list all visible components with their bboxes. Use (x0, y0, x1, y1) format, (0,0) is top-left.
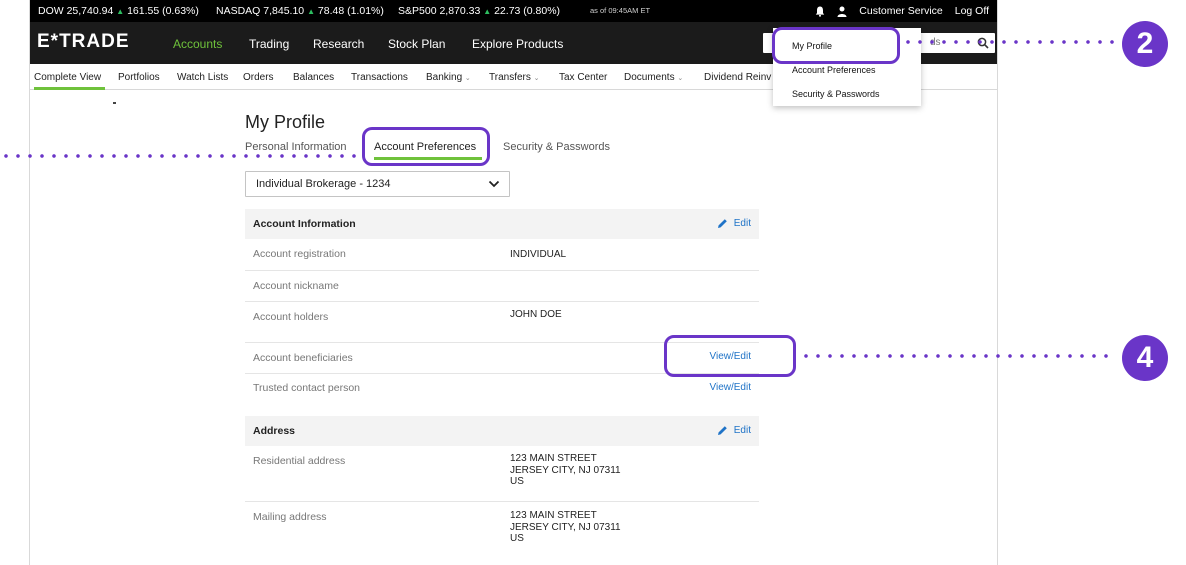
etrade-screenshot: DOW 25,740.94 ▲ 161.55 (0.63%) NASDAQ 7,… (30, 0, 997, 565)
ticker-as-of: as of 09:45AM ET (590, 6, 651, 15)
subnav-orders[interactable]: Orders (243, 72, 274, 83)
residential-address-value: 123 MAIN STREET JERSEY CITY, NJ 07311 US (510, 453, 621, 488)
etrade-logo[interactable]: E*TRADE (37, 31, 130, 53)
row-value: INDIVIDUAL (510, 249, 567, 260)
tab-personal-information[interactable]: Personal Information (245, 141, 347, 153)
user-icon[interactable] (837, 6, 847, 17)
up-arrow-icon: ▲ (307, 7, 315, 16)
trusted-contact-view-edit-link[interactable]: View/Edit (709, 382, 751, 393)
up-arrow-icon: ▲ (116, 7, 125, 16)
row-label: Account registration (253, 248, 346, 260)
row-label: Trusted contact person (253, 382, 360, 394)
subnav-transactions[interactable]: Transactions (351, 72, 408, 83)
loading-artifact (113, 102, 116, 104)
chevron-down-icon: ⌄ (464, 75, 471, 82)
step-badge-2: 2 (1122, 21, 1168, 67)
mailing-address-value: 123 MAIN STREET JERSEY CITY, NJ 07311 US (510, 510, 621, 545)
subnav-watch-lists[interactable]: Watch Lists (177, 72, 228, 83)
chevron-down-icon: ⌄ (677, 75, 684, 82)
dotted-connector-left (0, 154, 362, 158)
section-title: Account Information (253, 218, 356, 230)
account-select[interactable]: Individual Brokerage - 1234 (245, 171, 510, 197)
page-title: My Profile (245, 112, 326, 132)
edit-account-info-button[interactable]: Edit (717, 218, 751, 229)
ticker-sp500-change: 22.73 (0.80%) (494, 5, 561, 17)
highlight-account-preferences-tab (362, 127, 490, 166)
account-select-value: Individual Brokerage - 1234 (256, 178, 391, 190)
ticker-nasdaq: NASDAQ 7,845.10 ▲ 78.48 (1.01%) (216, 0, 384, 23)
address-line-1: 123 MAIN STREET (510, 510, 597, 521)
step-badge-4: 4 (1122, 335, 1168, 381)
row-label: Mailing address (253, 511, 327, 523)
row-label: Account nickname (253, 280, 339, 292)
nav-stock-plan[interactable]: Stock Plan (388, 37, 445, 51)
row-label: Account holders (253, 311, 329, 323)
log-off-link[interactable]: Log Off (955, 0, 989, 22)
subnav-active-indicator (34, 87, 105, 90)
section-header: Address Edit (245, 416, 759, 446)
address-line-3: US (510, 533, 524, 544)
highlight-beneficiaries-view-edit (664, 335, 796, 377)
market-ticker-bar: DOW 25,740.94 ▲ 161.55 (0.63%) NASDAQ 7,… (30, 0, 997, 22)
section-header: Account Information Edit (245, 209, 759, 239)
menu-item-security-passwords[interactable]: Security & Passwords (792, 89, 880, 99)
ticker-right-links: Customer Service Log Off (815, 0, 989, 22)
ticker-nasdaq-value: NASDAQ 7,845.10 (216, 5, 305, 17)
dotted-connector-step-2 (902, 40, 1116, 44)
section-title: Address (253, 425, 296, 437)
nav-accounts[interactable]: Accounts (173, 37, 222, 51)
row-mailing-address: Mailing address 123 MAIN STREET JERSEY C… (245, 502, 759, 562)
ticker-nasdaq-change: 78.48 (1.01%) (317, 5, 384, 17)
edit-address-button[interactable]: Edit (717, 425, 751, 436)
row-account-registration: Account registration INDIVIDUAL (245, 239, 759, 271)
nav-research[interactable]: Research (313, 37, 364, 51)
subnav-documents-label: Documents (624, 72, 675, 83)
ticker-dow-change: 161.55 (0.63%) (127, 5, 199, 17)
subnav-transfers-label: Transfers (489, 72, 531, 83)
address-line-3: US (510, 476, 524, 487)
row-value: JOHN DOE (510, 309, 562, 320)
row-account-nickname: Account nickname (245, 271, 759, 302)
row-label: Account beneficiaries (253, 352, 353, 364)
subnav-documents[interactable]: Documents ⌄ (624, 72, 683, 83)
edit-label: Edit (733, 425, 751, 436)
pencil-icon (717, 426, 727, 435)
bell-icon[interactable] (815, 6, 825, 17)
row-label: Residential address (253, 455, 346, 467)
tutorial-stage: DOW 25,740.94 ▲ 161.55 (0.63%) NASDAQ 7,… (0, 0, 1186, 565)
row-trusted-contact: Trusted contact person View/Edit (245, 374, 759, 405)
subnav-dividend-reinvestment[interactable]: Dividend Reinv (704, 72, 771, 83)
ticker-sp500: S&P500 2,870.33 ▲ 22.73 (0.80%) (398, 0, 560, 23)
address-line-1: 123 MAIN STREET (510, 453, 597, 464)
subnav-complete-view[interactable]: Complete View (34, 72, 101, 83)
subnav-tax-center[interactable]: Tax Center (559, 72, 607, 83)
nav-trading[interactable]: Trading (249, 37, 289, 51)
address-line-2: JERSEY CITY, NJ 07311 (510, 464, 621, 476)
menu-item-account-preferences[interactable]: Account Preferences (792, 65, 876, 75)
chevron-down-icon (488, 180, 500, 188)
highlight-my-profile (772, 27, 900, 64)
address-line-2: JERSEY CITY, NJ 07311 (510, 521, 621, 533)
tab-security-passwords[interactable]: Security & Passwords (503, 141, 610, 153)
subnav-banking[interactable]: Banking ⌄ (426, 72, 471, 83)
chevron-down-icon: ⌄ (533, 75, 540, 82)
subnav-banking-label: Banking (426, 72, 463, 83)
customer-service-link[interactable]: Customer Service (859, 0, 942, 22)
ticker-dow-value: DOW 25,740.94 (38, 5, 114, 17)
ticker-dow: DOW 25,740.94 ▲ 161.55 (0.63%) (38, 0, 199, 23)
nav-explore-products[interactable]: Explore Products (472, 37, 563, 51)
row-residential-address: Residential address 123 MAIN STREET JERS… (245, 446, 759, 502)
up-arrow-icon: ▲ (483, 7, 492, 16)
subnav-balances[interactable]: Balances (293, 72, 334, 83)
subnav-portfolios[interactable]: Portfolios (118, 72, 160, 83)
edit-label: Edit (733, 218, 751, 229)
dotted-connector-step-4 (800, 354, 1116, 358)
subnav-transfers[interactable]: Transfers ⌄ (489, 72, 540, 83)
ticker-sp500-value: S&P500 2,870.33 (398, 5, 481, 17)
pencil-icon (717, 219, 727, 228)
